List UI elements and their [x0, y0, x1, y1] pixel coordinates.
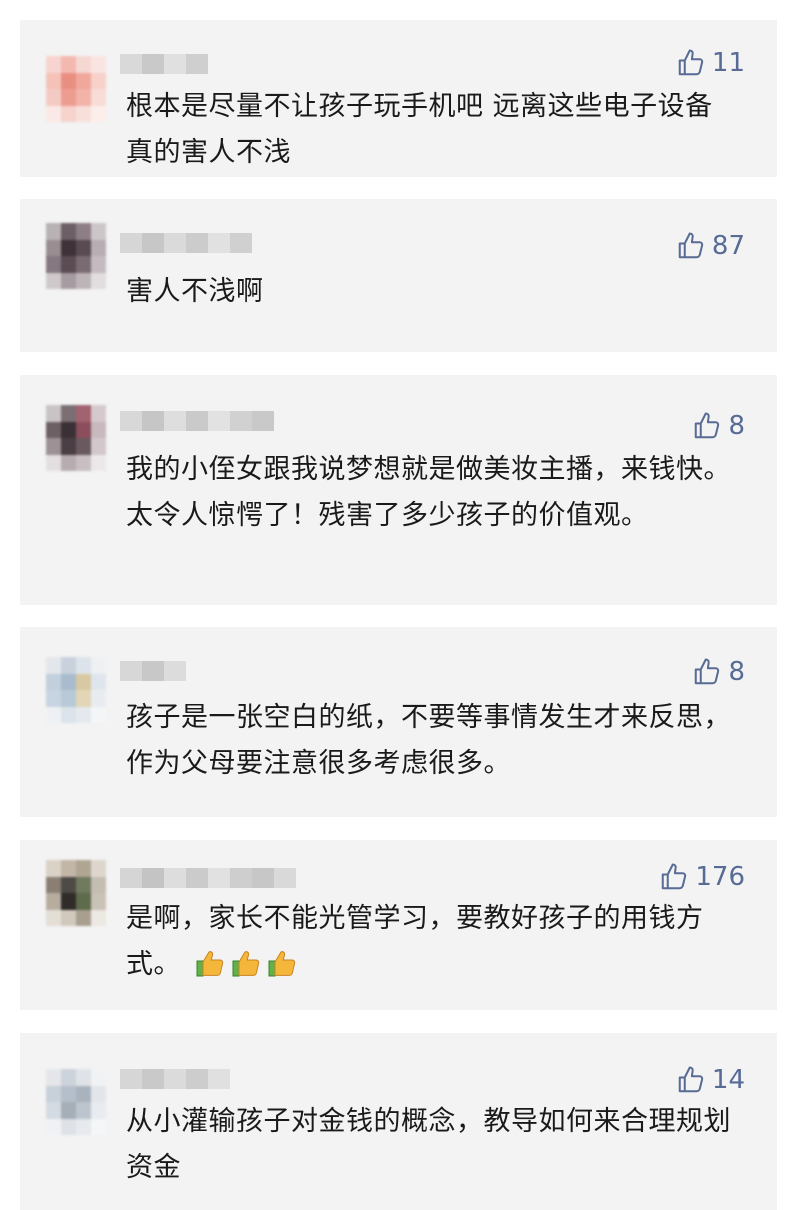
comment-card: 176 是啊，家长不能光管学习，要教好孩子的用钱方式。	[20, 840, 777, 1010]
comment-text: 根本是尽量不让孩子玩手机吧 远离这些电子设备 真的害人不浅	[126, 91, 713, 168]
thumbs-up-icon	[695, 658, 720, 685]
like-count: 176	[695, 862, 745, 892]
comment-text: 从小灌输孩子对金钱的概念，教导如何来合理规划资金	[126, 1106, 731, 1183]
like-count: 14	[711, 1065, 745, 1095]
comment-text: 我的小侄女跟我说梦想就是做美妆主播，来钱快。太令人惊愕了！残害了多少孩子的价值观…	[126, 454, 731, 531]
like-button[interactable]: 87	[676, 231, 745, 261]
thumbs-up-icon	[695, 412, 720, 439]
thumbs-up-icon	[662, 863, 687, 890]
avatar[interactable]	[46, 860, 106, 926]
comment-text: 是啊，家长不能光管学习，要教好孩子的用钱方式。	[126, 896, 742, 994]
comment-card: 11 根本是尽量不让孩子玩手机吧 远离这些电子设备 真的害人不浅	[20, 20, 777, 177]
avatar[interactable]	[46, 223, 106, 289]
nickname[interactable]	[120, 868, 296, 888]
nickname[interactable]	[120, 411, 274, 431]
avatar[interactable]	[46, 657, 106, 723]
thumbs-up-emoji-icon	[194, 947, 226, 994]
nickname[interactable]	[120, 661, 186, 681]
comment-card: 87 害人不浅啊	[20, 199, 777, 352]
thumbs-up-icon	[678, 1066, 704, 1093]
thumbs-up-emoji-icon	[266, 947, 298, 994]
like-count: 87	[711, 231, 745, 261]
like-count: 11	[711, 48, 745, 78]
thumbs-up-icon	[678, 232, 704, 259]
nickname[interactable]	[120, 54, 208, 74]
comment-card: 8 我的小侄女跟我说梦想就是做美妆主播，来钱快。太令人惊愕了！残害了多少孩子的价…	[20, 375, 777, 605]
avatar[interactable]	[46, 405, 106, 471]
like-button[interactable]: 14	[676, 1065, 745, 1095]
like-button[interactable]: 176	[659, 862, 745, 892]
nickname[interactable]	[120, 233, 252, 253]
nickname[interactable]	[120, 1069, 230, 1089]
like-button[interactable]: 8	[692, 657, 745, 687]
comment-text: 害人不浅啊	[126, 276, 264, 307]
like-button[interactable]: 8	[692, 411, 745, 441]
like-count: 8	[728, 657, 745, 687]
thumbs-up-emoji-icon	[230, 947, 262, 994]
avatar[interactable]	[46, 56, 106, 122]
thumbs-up-icon	[678, 49, 704, 76]
comment-card: 14 从小灌输孩子对金钱的概念，教导如何来合理规划资金	[20, 1033, 777, 1210]
comment-card: 8 孩子是一张空白的纸，不要等事情发生才来反思，作为父母要注意很多考虑很多。	[20, 627, 777, 817]
like-button[interactable]: 11	[676, 48, 745, 78]
comment-text: 孩子是一张空白的纸，不要等事情发生才来反思，作为父母要注意很多考虑很多。	[126, 702, 731, 779]
like-count: 8	[728, 411, 745, 441]
avatar[interactable]	[46, 1069, 106, 1135]
